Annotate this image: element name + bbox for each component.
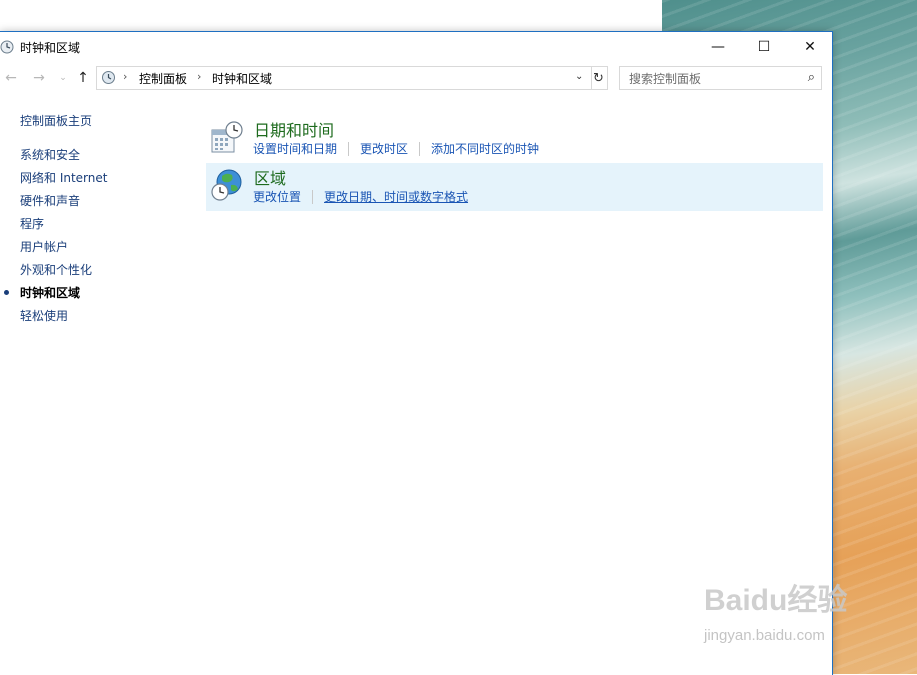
window-title: 时钟和区域: [20, 41, 81, 55]
title-bar[interactable]: 时钟和区域 — ☐ ✕: [0, 32, 832, 62]
category-region: 区域 更改位置 更改日期、时间或数字格式: [206, 163, 823, 211]
sidebar-item-appearance[interactable]: 外观和个性化: [20, 261, 92, 278]
category-title-date-time[interactable]: 日期和时间: [254, 117, 334, 141]
calendar-clock-icon: [211, 121, 243, 153]
control-panel-window: 时钟和区域 — ☐ ✕ ← → ⌄ ↑ › 控制面板 › 时钟和区域 ⌄ ↻ 搜…: [0, 31, 833, 675]
category-links-region: 更改位置 更改日期、时间或数字格式: [253, 188, 468, 205]
address-dropdown-icon[interactable]: ⌄: [575, 71, 583, 82]
link-change-formats[interactable]: 更改日期、时间或数字格式: [324, 188, 468, 205]
minimize-icon: —: [711, 39, 725, 55]
sidebar-item-hardware-sound[interactable]: 硬件和声音: [20, 192, 80, 209]
link-divider: [312, 189, 314, 204]
maximize-button[interactable]: ☐: [741, 32, 787, 62]
control-panel-icon: [102, 71, 115, 84]
link-change-timezone[interactable]: 更改时区: [360, 140, 408, 157]
search-placeholder: 搜索控制面板: [629, 72, 702, 86]
maximize-icon: ☐: [757, 39, 771, 55]
refresh-icon: ↻: [593, 70, 604, 86]
breadcrumb-separator: ›: [123, 70, 128, 83]
sidebar-item-user-accounts[interactable]: 用户帐户: [20, 238, 68, 255]
clock-region-icon: [0, 40, 14, 54]
address-bar[interactable]: › 控制面板 › 时钟和区域 ⌄: [96, 66, 592, 90]
search-icon[interactable]: ⌕: [808, 70, 815, 85]
sidebar-item-home[interactable]: 控制面板主页: [20, 112, 92, 129]
category-links-date-time: 设置时间和日期 更改时区 添加不同时区的时钟: [253, 140, 539, 157]
address-row: ← → ⌄ ↑ › 控制面板 › 时钟和区域 ⌄ ↻ 搜索控制面板 ⌕: [0, 66, 832, 92]
breadcrumb-control-panel[interactable]: 控制面板: [139, 70, 187, 87]
sidebar-item-programs[interactable]: 程序: [20, 215, 44, 232]
category-title-region[interactable]: 区域: [254, 165, 286, 189]
up-button[interactable]: ↑: [74, 69, 92, 87]
sidebar-item-network[interactable]: 网络和 Internet: [20, 169, 107, 186]
search-input[interactable]: 搜索控制面板 ⌕: [619, 66, 822, 90]
sidebar-item-ease-of-access[interactable]: 轻松使用: [20, 307, 68, 324]
minimize-button[interactable]: —: [695, 32, 741, 62]
link-change-location[interactable]: 更改位置: [253, 188, 301, 205]
recent-locations-button[interactable]: ⌄: [54, 69, 72, 87]
link-add-clocks[interactable]: 添加不同时区的时钟: [431, 140, 539, 157]
globe-clock-icon: [211, 169, 242, 201]
link-divider: [419, 141, 421, 156]
link-set-time-date[interactable]: 设置时间和日期: [253, 140, 337, 157]
active-bullet-icon: [4, 290, 9, 295]
category-date-time: 日期和时间 设置时间和日期 更改时区 添加不同时区的时钟: [206, 115, 823, 163]
arrow-right-icon: →: [33, 70, 45, 86]
chevron-down-icon: ⌄: [59, 73, 67, 83]
sidebar-item-clock-region[interactable]: 时钟和区域: [20, 284, 80, 301]
close-icon: ✕: [804, 39, 816, 55]
link-divider: [348, 141, 350, 156]
back-button[interactable]: ←: [2, 69, 20, 87]
forward-button[interactable]: →: [30, 69, 48, 87]
arrow-up-icon: ↑: [77, 70, 89, 86]
arrow-left-icon: ←: [5, 70, 17, 86]
close-button[interactable]: ✕: [787, 32, 833, 62]
breadcrumb-separator: ›: [197, 70, 202, 83]
refresh-button[interactable]: ↻: [590, 66, 608, 90]
sidebar-item-system-security[interactable]: 系统和安全: [20, 146, 80, 163]
breadcrumb-clock-region[interactable]: 时钟和区域: [212, 70, 272, 87]
